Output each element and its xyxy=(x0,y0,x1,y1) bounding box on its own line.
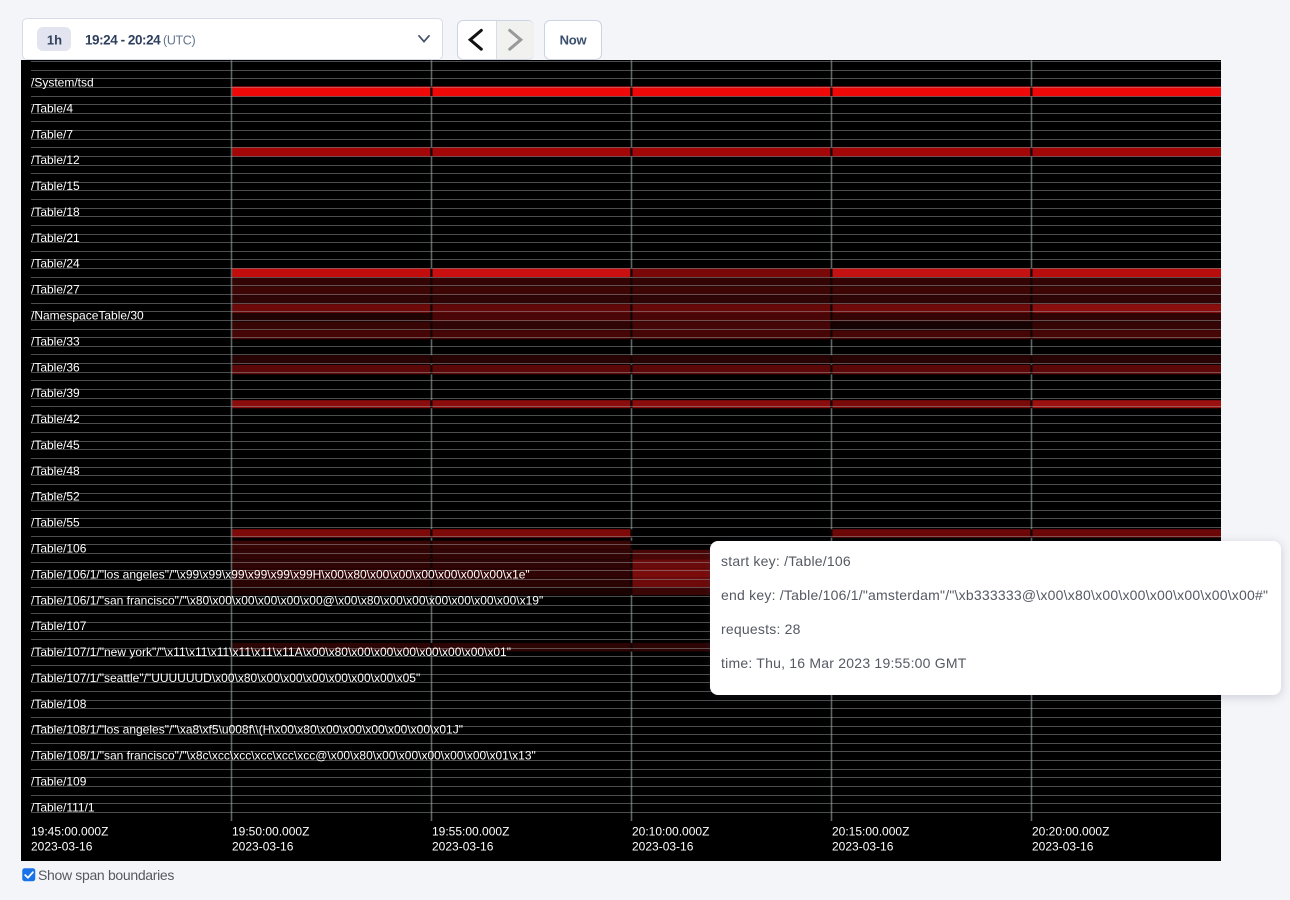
svg-text:/Table/107/1/"seattle"/"UUUUUU: /Table/107/1/"seattle"/"UUUUUUD\x00\x80\… xyxy=(31,671,420,685)
svg-text:/Table/7: /Table/7 xyxy=(31,127,73,141)
svg-text:/Table/12: /Table/12 xyxy=(31,153,80,167)
svg-text:/Table/36: /Table/36 xyxy=(31,360,80,374)
svg-text:/Table/109: /Table/109 xyxy=(31,775,87,789)
svg-text:/Table/42: /Table/42 xyxy=(31,412,80,426)
svg-text:/Table/107: /Table/107 xyxy=(31,619,87,633)
svg-text:20:10:00.000Z: 20:10:00.000Z xyxy=(632,825,709,839)
svg-text:/Table/55: /Table/55 xyxy=(31,516,80,530)
svg-text:/Table/27: /Table/27 xyxy=(31,283,80,297)
svg-text:2023-03-16: 2023-03-16 xyxy=(432,840,494,854)
svg-text:/Table/108/1/"los angeles"/"\x: /Table/108/1/"los angeles"/"\xa8\xf5\u00… xyxy=(31,723,463,737)
svg-text:/Table/24: /Table/24 xyxy=(31,257,80,271)
svg-text:/Table/39: /Table/39 xyxy=(31,386,80,400)
svg-text:/Table/45: /Table/45 xyxy=(31,438,80,452)
svg-text:19:55:00.000Z: 19:55:00.000Z xyxy=(432,825,509,839)
svg-text:2023-03-16: 2023-03-16 xyxy=(1032,840,1094,854)
svg-text:/Table/33: /Table/33 xyxy=(31,334,80,348)
svg-text:/Table/18: /Table/18 xyxy=(31,205,80,219)
svg-text:/Table/106/1/"los angeles"/"\x: /Table/106/1/"los angeles"/"\x99\x99\x99… xyxy=(31,567,530,581)
svg-text:/NamespaceTable/30: /NamespaceTable/30 xyxy=(31,308,144,322)
svg-text:20:20:00.000Z: 20:20:00.000Z xyxy=(1032,825,1109,839)
svg-text:2023-03-16: 2023-03-16 xyxy=(31,840,93,854)
svg-text:/Table/106/1/"san francisco"/": /Table/106/1/"san francisco"/"\x80\x00\x… xyxy=(31,593,543,607)
svg-text:20:15:00.000Z: 20:15:00.000Z xyxy=(832,825,909,839)
svg-text:/Table/108/1/"san francisco"/": /Table/108/1/"san francisco"/"\x8c\xcc\x… xyxy=(31,749,536,763)
svg-text:19:24 - 20:24: 19:24 - 20:24 xyxy=(85,33,161,48)
svg-text:2023-03-16: 2023-03-16 xyxy=(232,840,294,854)
svg-text:/Table/52: /Table/52 xyxy=(31,490,80,504)
svg-text:19:45:00.000Z: 19:45:00.000Z xyxy=(31,825,108,839)
svg-text:/Table/48: /Table/48 xyxy=(31,464,80,478)
svg-text:/Table/21: /Table/21 xyxy=(31,231,80,245)
svg-text:/Table/107/1/"new york"/"\x11\: /Table/107/1/"new york"/"\x11\x11\x11\x1… xyxy=(31,645,511,659)
svg-text:Now: Now xyxy=(560,32,588,47)
svg-text:19:50:00.000Z: 19:50:00.000Z xyxy=(232,825,309,839)
svg-text:/Table/108: /Table/108 xyxy=(31,697,87,711)
svg-text:2023-03-16: 2023-03-16 xyxy=(632,840,694,854)
svg-text:2023-03-16: 2023-03-16 xyxy=(832,840,894,854)
svg-text:/System/tsd: /System/tsd xyxy=(31,75,94,89)
svg-text:/Table/111/1: /Table/111/1 xyxy=(31,800,95,814)
svg-text:1h: 1h xyxy=(47,32,62,47)
svg-text:/Table/106: /Table/106 xyxy=(31,542,87,556)
svg-text:(UTC): (UTC) xyxy=(163,33,195,47)
svg-text:/Table/15: /Table/15 xyxy=(31,179,80,193)
svg-text:/Table/4: /Table/4 xyxy=(31,101,73,115)
